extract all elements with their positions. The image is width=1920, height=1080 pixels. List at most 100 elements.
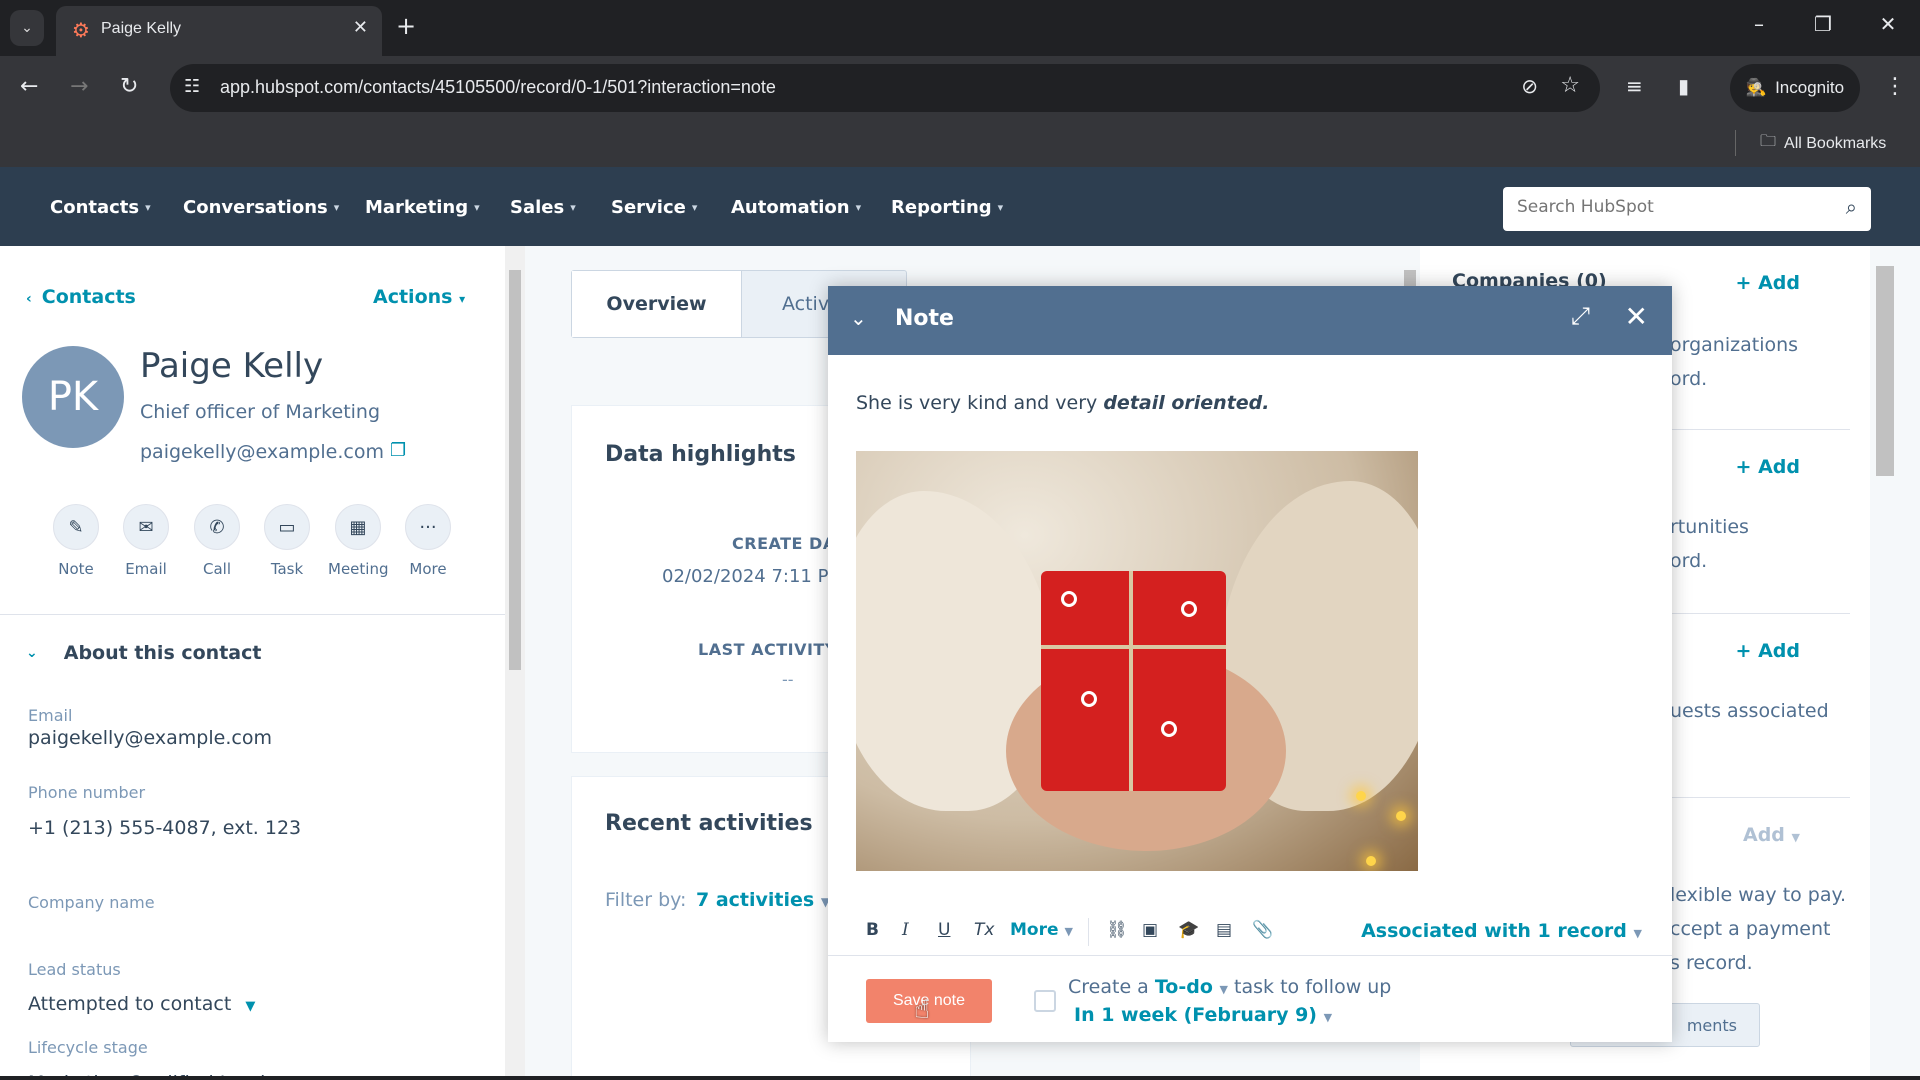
clear-format-button[interactable]: Tx (974, 920, 994, 940)
task-action-button[interactable]: ▭ Task (257, 504, 317, 578)
contact-job-title: Chief officer of Marketing (140, 401, 381, 423)
bold-button[interactable]: B (866, 920, 879, 940)
contact-sidebar: ‹ Contacts Actions ▾ PK Paige Kelly Chief… (0, 246, 505, 1080)
side-panel-icon[interactable]: ▮ (1678, 74, 1689, 98)
nav-conversations[interactable]: Conversations ▾ (183, 197, 339, 218)
hand-cursor-icon: ☝ (914, 995, 930, 1025)
add-payment-dropdown[interactable]: Add ▼ (1743, 824, 1800, 846)
email-action-button[interactable]: ✉ Email (116, 504, 176, 578)
incognito-badge[interactable]: 🕵 Incognito (1730, 64, 1860, 112)
more-format-dropdown[interactable]: More ▼ (1010, 920, 1073, 940)
left-scrollbar[interactable] (505, 246, 525, 1080)
caret-down-icon: ▼ (245, 999, 256, 1014)
add-ticket-button[interactable]: + Add (1736, 640, 1800, 662)
nav-label: Reporting (891, 197, 992, 218)
right-scrollbar[interactable] (1870, 246, 1920, 1080)
scrollbar-thumb[interactable] (1876, 266, 1894, 476)
contact-email[interactable]: paigekelly@example.com (140, 441, 384, 463)
all-bookmarks-button[interactable]: 🗀 All Bookmarks (1760, 130, 1886, 157)
note-image[interactable] (856, 451, 1418, 871)
image-ornament (1161, 721, 1177, 737)
bookmark-star-icon[interactable]: ☆ (1560, 73, 1580, 98)
omnibox[interactable]: ☷ app.hubspot.com/contacts/45105500/reco… (170, 64, 1600, 112)
create-task-checkbox[interactable] (1034, 990, 1056, 1012)
site-settings-icon[interactable]: ☷ (184, 76, 200, 97)
note-body-text[interactable]: She is very kind and very detail oriente… (856, 392, 1270, 414)
browser-menu-icon[interactable]: ⋮ (1884, 74, 1906, 99)
restore-icon[interactable]: ❐ (1808, 12, 1838, 36)
attachment-icon[interactable]: 📎 (1252, 920, 1273, 940)
nav-sales[interactable]: Sales ▾ (510, 197, 576, 218)
copy-icon[interactable]: ❐ (390, 440, 406, 461)
insert-image-icon[interactable]: ▣ (1142, 920, 1158, 940)
search-input[interactable] (1517, 197, 1817, 217)
link-icon[interactable]: ⛓ (1106, 920, 1128, 940)
task-type-dropdown[interactable]: To-do ▼ (1155, 976, 1228, 998)
more-action-button[interactable]: ··· More (398, 504, 458, 578)
insert-video-icon[interactable]: 🎓 (1178, 920, 1199, 940)
nav-label: Marketing (365, 197, 469, 218)
expand-icon[interactable]: ⤢ (1571, 302, 1590, 330)
note-modal-title: Note (895, 306, 954, 331)
actions-dropdown[interactable]: Actions ▾ (373, 286, 465, 308)
browser-tab-bar: ⌄ ⚙ Paige Kelly ✕ + – ❐ ✕ (0, 0, 1920, 56)
scrollbar-thumb[interactable] (509, 270, 521, 670)
property-company-value[interactable] (28, 921, 428, 947)
section-description: organizations ord. (1670, 334, 1799, 390)
image-twine (1041, 645, 1226, 649)
search-icon[interactable]: ⌕ (1846, 195, 1857, 219)
chevron-down-icon: ⌄ (26, 645, 38, 661)
media-controls-icon[interactable]: ≡ (1626, 74, 1643, 98)
search-box: ⌕ (1503, 187, 1871, 231)
action-label: Task (270, 560, 304, 578)
nav-label: Contacts (50, 197, 140, 218)
close-icon[interactable]: ✕ (1625, 300, 1648, 333)
meeting-action-button[interactable]: ▦ Meeting (328, 504, 388, 578)
follow-up-task-text: Create a To-do ▼ task to follow up (1068, 976, 1391, 998)
nav-automation[interactable]: Automation ▾ (731, 197, 861, 218)
tab-search-button[interactable]: ⌄ (10, 10, 44, 46)
property-email-value[interactable]: paigekelly@example.com (28, 727, 272, 749)
back-icon[interactable]: ← (20, 74, 38, 99)
back-to-contacts-link[interactable]: ‹ Contacts (26, 286, 136, 308)
add-company-button[interactable]: + Add (1736, 272, 1800, 294)
contact-name[interactable]: Paige Kelly (140, 346, 323, 386)
lead-status-dropdown[interactable]: Attempted to contact ▼ (28, 993, 255, 1015)
minimize-icon[interactable]: – (1744, 12, 1774, 36)
activity-filter-dropdown[interactable]: 7 activities ▼ (696, 889, 830, 911)
close-tab-icon[interactable]: ✕ (353, 17, 368, 38)
call-action-button[interactable]: ✆ Call (187, 504, 247, 578)
collapse-chevron-icon[interactable]: ⌄ (850, 306, 867, 330)
nav-label: Sales (510, 197, 565, 218)
taskbar-edge (0, 1076, 1920, 1080)
nav-contacts[interactable]: Contacts ▾ (50, 197, 151, 218)
card-title: Data highlights (605, 442, 796, 467)
action-label: More (409, 560, 447, 578)
eye-off-icon[interactable]: ⊘ (1521, 74, 1538, 98)
tab-overview[interactable]: Overview (572, 271, 742, 337)
add-deal-button[interactable]: + Add (1736, 456, 1800, 478)
about-section-toggle[interactable]: ⌄ About this contact (26, 642, 261, 664)
new-tab-icon[interactable]: + (396, 12, 416, 40)
property-phone-value[interactable]: +1 (213) 555-4087, ext. 123 (28, 817, 301, 839)
forward-icon[interactable]: → (70, 74, 88, 99)
phone-icon: ✆ (194, 504, 240, 550)
reload-icon[interactable]: ↻ (120, 74, 138, 99)
nav-reporting[interactable]: Reporting ▾ (891, 197, 1003, 218)
associations-dropdown[interactable]: Associated with 1 record ▼ (1361, 920, 1642, 942)
task-due-dropdown[interactable]: In 1 week (February 9) ▼ (1074, 1004, 1332, 1026)
browser-tab[interactable]: ⚙ Paige Kelly ✕ (56, 6, 382, 56)
bookmarks-bar: 🗀 All Bookmarks (0, 120, 1920, 167)
nav-service[interactable]: Service ▾ (611, 197, 697, 218)
window-close-icon[interactable]: ✕ (1873, 12, 1903, 36)
note-action-button[interactable]: ✎ Note (46, 504, 106, 578)
underline-button[interactable]: U (938, 920, 950, 940)
last-activity-value: -- (782, 670, 794, 689)
snippet-icon[interactable]: ▤ (1216, 920, 1232, 940)
filter-value: 7 activities (696, 889, 815, 911)
nav-marketing[interactable]: Marketing ▾ (365, 197, 480, 218)
url-text[interactable]: app.hubspot.com/contacts/45105500/record… (220, 77, 776, 98)
chevron-down-icon: ▾ (333, 201, 340, 214)
italic-button[interactable]: I (902, 920, 909, 940)
property-label: Company name (28, 893, 155, 912)
